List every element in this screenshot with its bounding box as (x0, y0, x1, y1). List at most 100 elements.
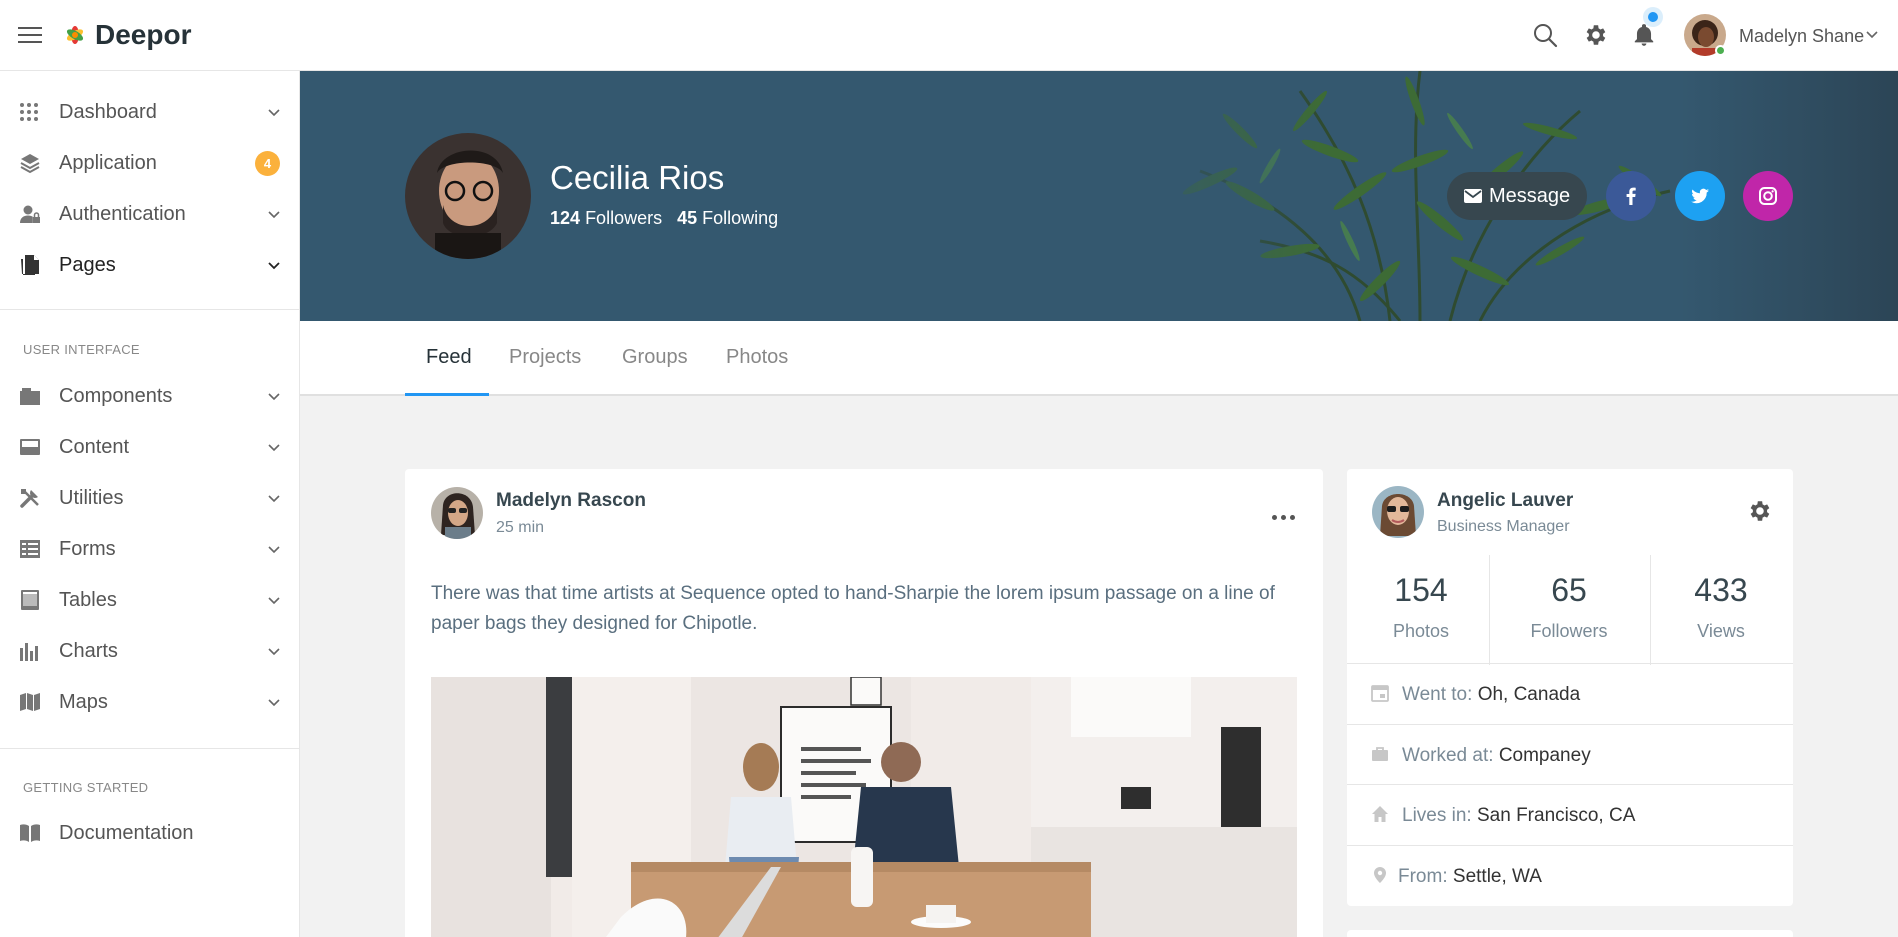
user-lock-icon (20, 205, 40, 223)
layers-icon (20, 154, 40, 174)
brand-name[interactable]: Deepor (95, 19, 191, 51)
tools-icon (20, 489, 39, 508)
followers-count: 124 (550, 208, 581, 228)
stat-followers[interactable]: 65 Followers (1495, 555, 1643, 665)
tab-feed[interactable]: Feed (426, 346, 472, 369)
sidebar-item-label: Tables (59, 589, 117, 611)
more-options-icon[interactable] (1272, 507, 1300, 520)
chevron-down-icon (268, 109, 280, 117)
instagram-button[interactable] (1743, 171, 1793, 221)
sidebar-item-label: Application (59, 152, 157, 174)
stat-divider (1489, 555, 1490, 665)
post-author[interactable]: Madelyn Rascon (496, 490, 646, 512)
search-icon[interactable] (1532, 22, 1558, 48)
sidebar-item-charts[interactable]: Charts (0, 626, 300, 676)
map-pin-icon (1374, 867, 1386, 883)
following-count: 45 (677, 208, 698, 228)
gear-icon[interactable] (1582, 22, 1608, 48)
profile-cover (300, 71, 1898, 321)
info-value: San Francisco, CA (1476, 805, 1636, 826)
twitter-button[interactable] (1675, 171, 1725, 221)
online-status-dot (1715, 45, 1726, 56)
stat-views[interactable]: 433 Views (1647, 555, 1795, 665)
bell-icon[interactable] (1631, 22, 1657, 48)
sidebar-item-label: Content (59, 436, 130, 458)
sidebar-item-dashboard[interactable]: Dashboard (0, 87, 300, 137)
sidebar-item-label: Utilities (59, 487, 124, 509)
table-icon (21, 590, 39, 610)
followers-label[interactable]: Followers (585, 208, 662, 228)
home-icon (1372, 806, 1388, 822)
sidebar-item-forms[interactable]: Forms (0, 524, 300, 574)
stat-label: Followers (1530, 621, 1608, 641)
section-heading: USER INTERFACE (23, 342, 140, 357)
twitter-icon (1691, 188, 1709, 204)
about-name[interactable]: Angelic Lauver (1437, 490, 1573, 512)
profile-avatar[interactable] (405, 133, 531, 259)
pages-icon (21, 255, 39, 275)
chevron-down-icon (268, 648, 280, 656)
post-image[interactable] (431, 677, 1297, 937)
post-card: Madelyn Rascon 25 min There was that tim… (405, 469, 1323, 937)
sidebar-item-pages[interactable]: Pages (0, 240, 300, 290)
info-went-to: Went to: Oh, Canada (1347, 663, 1793, 724)
stat-label: Views (1697, 621, 1745, 641)
info-from: From: Settle, WA (1347, 845, 1793, 906)
chevron-down-icon (268, 597, 280, 605)
sidebar-divider (0, 748, 300, 749)
message-button[interactable]: Message (1447, 172, 1587, 220)
sidebar-item-label: Maps (59, 691, 108, 713)
sidebar-item-label: Components (59, 385, 173, 407)
notification-dot (1648, 12, 1658, 22)
sidebar-item-label: Forms (59, 538, 116, 560)
facebook-icon (1626, 187, 1636, 205)
chevron-down-icon (268, 393, 280, 401)
chevron-down-icon (268, 699, 280, 707)
count-badge: 4 (255, 151, 280, 176)
calendar-icon (1371, 685, 1389, 702)
chevron-down-icon (268, 211, 280, 219)
mail-icon (1464, 189, 1482, 203)
post-text: There was that time artists at Sequence … (431, 583, 1275, 634)
content-icon (20, 439, 40, 455)
user-name[interactable]: Madelyn Shane (1739, 26, 1864, 47)
sidebar-item-label: Documentation (59, 822, 194, 844)
sidebar-item-tables[interactable]: Tables (0, 575, 300, 625)
instagram-icon (1759, 187, 1777, 205)
following-label[interactable]: Following (702, 208, 778, 228)
facebook-button[interactable] (1606, 171, 1656, 221)
avatar[interactable] (1372, 486, 1424, 538)
sidebar-item-maps[interactable]: Maps (0, 677, 300, 727)
active-tab-indicator (405, 393, 489, 396)
sidebar-item-authentication[interactable]: Authentication (0, 189, 300, 239)
chevron-down-icon (268, 262, 280, 270)
tab-projects[interactable]: Projects (509, 346, 581, 369)
info-key: Went to: (1402, 684, 1473, 705)
sidebar-item-documentation[interactable]: Documentation (0, 808, 300, 858)
info-key: Lives in: (1402, 805, 1472, 826)
sidebar-item-application[interactable]: Application 4 (0, 138, 300, 188)
stat-photos[interactable]: 154 Photos (1347, 555, 1495, 665)
post-timestamp: 25 min (496, 519, 545, 536)
about-card: Angelic Lauver Business Manager 154 Phot… (1347, 469, 1793, 906)
info-lives-in: Lives in: San Francisco, CA (1347, 784, 1793, 845)
chevron-down-icon (268, 495, 280, 503)
tab-photos[interactable]: Photos (726, 346, 788, 369)
sidebar-item-content[interactable]: Content (0, 422, 300, 472)
avatar[interactable] (431, 487, 483, 539)
info-value: Companey (1498, 745, 1591, 766)
sidebar-item-components[interactable]: Components (0, 371, 300, 421)
gear-icon[interactable] (1746, 498, 1772, 524)
next-card (1347, 930, 1793, 937)
chevron-down-icon (268, 546, 280, 554)
forms-icon (20, 540, 40, 558)
sidebar-item-utilities[interactable]: Utilities (0, 473, 300, 523)
info-key: Worked at: (1402, 745, 1494, 766)
about-role: Business Manager (1437, 518, 1570, 535)
chevron-down-icon[interactable] (1866, 30, 1878, 40)
hamburger-icon[interactable] (18, 27, 42, 45)
logo-icon (66, 26, 84, 44)
tab-groups[interactable]: Groups (622, 346, 688, 369)
stat-value: 154 (1394, 572, 1448, 608)
sidebar-item-label: Dashboard (59, 101, 157, 123)
